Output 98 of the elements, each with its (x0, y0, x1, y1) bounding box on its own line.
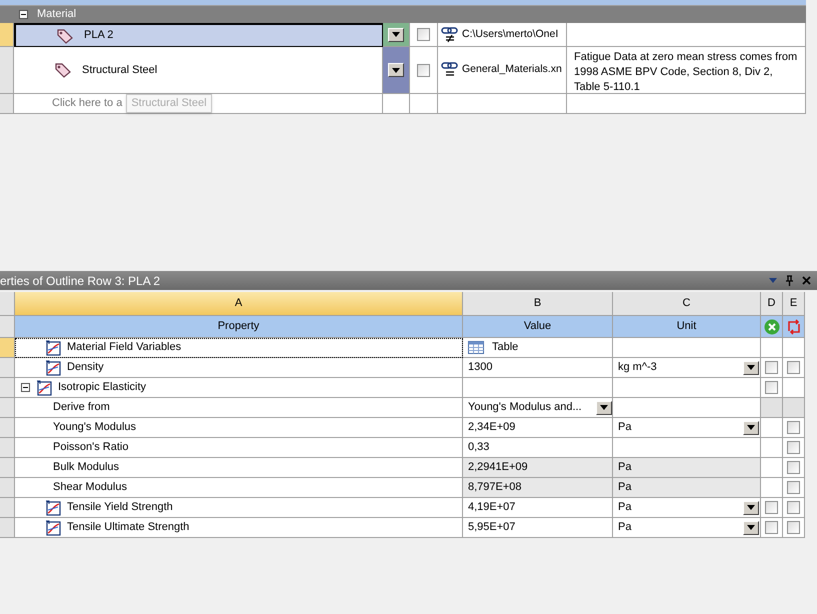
column-letter[interactable]: D (761, 292, 783, 316)
minus-icon (23, 385, 28, 390)
caret-icon (747, 365, 755, 370)
value-text: 2,2941E+09 (467, 460, 528, 476)
unit-text: Pa (618, 460, 632, 476)
unit-text: Pa (618, 520, 632, 536)
source-path: General_Materials.xn (462, 62, 562, 78)
checkbox[interactable] (787, 441, 800, 454)
group-label: Material (37, 7, 76, 22)
dropdown-button[interactable] (743, 360, 759, 374)
dropdown-button[interactable] (388, 28, 404, 42)
row-header[interactable] (0, 47, 14, 94)
row-header[interactable] (0, 418, 15, 438)
cancel-circle-icon (764, 318, 780, 334)
close-icon[interactable] (802, 276, 811, 285)
property-name: Material Field Variables (67, 340, 182, 356)
row-header[interactable] (0, 498, 15, 518)
tooltip: Structural Steel (126, 94, 212, 113)
checkbox[interactable] (765, 501, 778, 514)
description-text: Fatigue Data at zero mean stress comes from 1998 ASME BPV Code, Section 8, Div 2, Table 5-110.1 (574, 50, 798, 95)
checkbox[interactable] (787, 501, 800, 514)
checkbox[interactable] (417, 28, 430, 41)
row-header[interactable] (0, 518, 15, 538)
row-header[interactable] (0, 338, 15, 358)
pin-icon[interactable] (785, 275, 794, 286)
material-cell[interactable]: PLA 2 (14, 23, 383, 47)
unit-text: Pa (618, 480, 632, 496)
checkbox[interactable] (787, 421, 800, 434)
material-name: Structural Steel (82, 62, 158, 78)
checkbox[interactable] (765, 381, 778, 394)
checkbox[interactable] (417, 64, 430, 76)
minus-icon (21, 12, 26, 17)
dropdown-arrow-icon[interactable] (769, 278, 777, 283)
row-header[interactable] (0, 378, 15, 398)
row-header[interactable] (0, 358, 15, 378)
caret-icon (392, 32, 400, 37)
caret-icon (747, 505, 755, 510)
material-cell[interactable]: Structural Steel (14, 47, 383, 94)
row-header[interactable] (0, 478, 15, 498)
value-text: 0,33 (467, 440, 490, 456)
value-text: 5,95E+07 (467, 520, 516, 536)
column-header: Unit (613, 316, 761, 338)
row-header[interactable] (0, 23, 14, 47)
group-header[interactable]: Material (0, 6, 806, 23)
loop-arrows-icon (786, 318, 802, 334)
table-icon (468, 341, 484, 354)
collapse-toggle[interactable] (21, 383, 30, 392)
value-text: Young's Modulus and... (468, 400, 582, 416)
checkbox[interactable] (787, 461, 800, 474)
column-letter[interactable]: B (463, 292, 613, 316)
source-path: C:\Users\merto\OneI (462, 26, 558, 42)
row-header[interactable] (0, 438, 15, 458)
column-letter[interactable]: E (783, 292, 805, 316)
property-name: Bulk Modulus (53, 460, 120, 476)
property-name: Density (67, 360, 104, 376)
add-material-placeholder[interactable]: Click here to a (52, 95, 122, 112)
tag-icon (54, 62, 72, 78)
property-name: Tensile Ultimate Strength (67, 520, 190, 536)
collapse-toggle[interactable] (19, 10, 28, 19)
tag-icon (56, 28, 74, 44)
property-name: Shear Modulus (53, 480, 127, 496)
row-header[interactable] (0, 94, 14, 114)
caret-icon (747, 425, 755, 430)
row-header (0, 316, 15, 338)
checkbox[interactable] (765, 521, 778, 534)
property-name: Isotropic Elasticity (58, 380, 146, 396)
caret-icon (392, 68, 400, 72)
checkbox[interactable] (787, 361, 800, 374)
property-name: Tensile Yield Strength (67, 500, 173, 516)
caret-icon (747, 525, 755, 530)
property-name: Poisson's Ratio (53, 440, 128, 456)
row-header[interactable] (0, 398, 15, 418)
value-text: 2,34E+09 (467, 420, 516, 436)
checkbox[interactable] (787, 521, 800, 534)
unit-text: kg m^-3 (618, 360, 657, 376)
dropdown-button[interactable] (388, 63, 404, 77)
dropdown-button[interactable] (596, 400, 612, 414)
value-text: Table (492, 340, 518, 356)
value-text: 8,797E+08 (467, 480, 522, 496)
unit-text: Pa (618, 500, 632, 516)
dropdown-button[interactable] (743, 520, 759, 534)
property-name: Derive from (53, 400, 110, 416)
value-text: 4,19E+07 (467, 500, 516, 516)
column-letter[interactable]: C (613, 292, 761, 316)
dropdown-button[interactable] (743, 420, 759, 434)
dropdown-button[interactable] (743, 500, 759, 514)
caret-icon (600, 405, 608, 410)
column-letter[interactable]: A (15, 292, 463, 316)
row-header[interactable] (0, 458, 15, 478)
panel-title: erties of Outline Row 3: PLA 2 (0, 272, 160, 290)
checkbox[interactable] (787, 481, 800, 494)
property-name: Young's Modulus (53, 420, 136, 436)
column-header: Value (463, 316, 613, 338)
unit-text: Pa (618, 420, 632, 436)
value-text: 1300 (467, 360, 492, 376)
checkbox[interactable] (765, 361, 778, 374)
column-header: Property (15, 316, 463, 338)
material-name: PLA 2 (84, 28, 114, 44)
